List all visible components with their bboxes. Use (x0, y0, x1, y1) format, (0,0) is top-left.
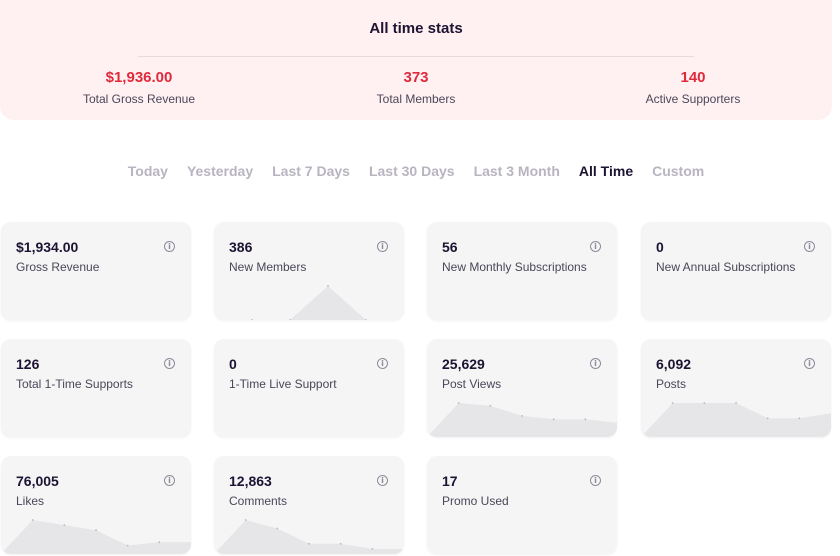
sparkline-point (521, 415, 523, 417)
sparkline-area (214, 286, 404, 320)
sparkline-point (735, 402, 737, 404)
card-label: Promo Used (442, 494, 509, 508)
card-label: Post Views (442, 377, 502, 391)
sparkline-point (671, 402, 674, 404)
tab-last-30-days[interactable]: Last 30 Days (369, 163, 455, 179)
sparkline-point (339, 542, 342, 545)
info-icon[interactable]: i (377, 475, 388, 486)
post-views-sparkline (427, 402, 617, 437)
tab-yesterday[interactable]: Yesterday (187, 163, 253, 179)
card-label: 1-Time Live Support (229, 377, 337, 391)
stat-card-likes: 76,005 Likes i (1, 456, 191, 554)
card-value: 0 (229, 356, 237, 372)
info-icon[interactable]: i (590, 358, 601, 369)
tab-last-7-days[interactable]: Last 7 Days (272, 163, 350, 179)
sparkline-point (457, 402, 460, 404)
card-value: 386 (229, 239, 253, 255)
info-icon[interactable]: i (164, 241, 175, 252)
card-value: 17 (442, 473, 458, 489)
summary-value: 140 (680, 69, 706, 86)
sparkline-point (95, 529, 97, 532)
sparkline-point (489, 404, 492, 407)
likes-sparkline (1, 519, 191, 554)
summary-stat-members: 373 Total Members (336, 69, 496, 106)
comments-sparkline (214, 519, 404, 554)
new-members-sparkline (214, 285, 404, 320)
tab-custom[interactable]: Custom (652, 163, 704, 179)
sparkline-point (308, 542, 310, 545)
card-value: 126 (16, 356, 40, 372)
stat-card-promo-used: 17 Promo Used i (427, 456, 617, 554)
card-label: Posts (656, 377, 687, 391)
sparkline-point (63, 524, 66, 526)
summary-label: Total Members (376, 92, 456, 106)
info-icon[interactable]: i (804, 358, 815, 369)
sparkline-area (641, 403, 831, 437)
summary-label: Active Supporters (645, 92, 741, 106)
card-value: 0 (656, 239, 664, 255)
info-icon[interactable]: i (164, 475, 175, 486)
sparkline-point (289, 319, 291, 320)
card-label: New Annual Subscriptions (656, 260, 796, 274)
summary-value: 373 (403, 69, 429, 86)
card-label: New Monthly Subscriptions (442, 260, 587, 274)
info-icon[interactable]: i (804, 241, 815, 252)
posts-sparkline (641, 402, 831, 437)
sparkline-area (214, 520, 404, 554)
card-label: Total 1-Time Supports (16, 377, 133, 391)
stat-card-post-views: 25,629 Post Views i (427, 339, 617, 437)
sparkline-point (276, 527, 279, 530)
sparkline-point (798, 417, 801, 420)
card-label: Likes (16, 494, 45, 508)
card-value: 76,005 (16, 473, 59, 489)
sparkline-area (427, 403, 617, 437)
summary-title: All time stats (369, 20, 463, 37)
sparkline-area (1, 520, 191, 554)
sparkline-point (158, 541, 161, 543)
info-icon[interactable]: i (164, 358, 175, 369)
sparkline-point (766, 417, 769, 420)
sparkline-point (365, 319, 367, 320)
stat-card-new-annual-subscriptions: 0 New Annual Subscriptions i (641, 222, 831, 320)
summary-divider (138, 56, 694, 57)
sparkline-point (327, 285, 329, 287)
sparkline-point (244, 519, 247, 521)
date-range-tabs: Today Yesterday Last 7 Days Last 30 Days… (0, 163, 832, 179)
sparkline-point (371, 548, 374, 550)
sparkline-point (31, 519, 34, 521)
stat-card-new-monthly-subscriptions: 56 New Monthly Subscriptions i (427, 222, 617, 320)
sparkline-point (251, 319, 253, 320)
card-value: $1,934.00 (16, 239, 79, 255)
tab-all-time[interactable]: All Time (579, 163, 633, 179)
summary-stat-supporters: 140 Active Supporters (613, 69, 773, 106)
sparkline-point (584, 418, 587, 421)
stat-card-total-1-time-supports: 126 Total 1-Time Supports i (1, 339, 191, 437)
info-icon[interactable]: i (377, 241, 388, 252)
sparkline-point (552, 418, 555, 421)
sparkline-point (126, 544, 129, 547)
stat-card-new-members: 386 New Members i (214, 222, 404, 320)
stat-card-1-time-live-support: 0 1-Time Live Support i (214, 339, 404, 437)
card-value: 56 (442, 239, 458, 255)
summary-stat-revenue: $1,936.00 Total Gross Revenue (59, 69, 219, 106)
stat-card-posts: 6,092 Posts i (641, 339, 831, 437)
tab-today[interactable]: Today (128, 163, 168, 179)
sparkline-point (703, 402, 706, 404)
tab-last-3-month[interactable]: Last 3 Month (474, 163, 560, 179)
summary-label: Total Gross Revenue (82, 92, 196, 106)
info-icon[interactable]: i (590, 475, 601, 486)
card-value: 12,863 (229, 473, 272, 489)
card-label: New Members (229, 260, 307, 274)
card-value: 25,629 (442, 356, 485, 372)
card-label: Gross Revenue (16, 260, 100, 274)
stat-card-comments: 12,863 Comments i (214, 456, 404, 554)
card-label: Comments (229, 494, 288, 508)
info-icon[interactable]: i (377, 358, 388, 369)
info-icon[interactable]: i (590, 241, 601, 252)
all-time-stats-panel: All time stats $1,936.00 Total Gross Rev… (0, 0, 832, 120)
stat-card-gross-revenue: $1,934.00 Gross Revenue i (1, 222, 191, 320)
card-value: 6,092 (656, 356, 692, 372)
summary-value: $1,936.00 (105, 69, 173, 86)
